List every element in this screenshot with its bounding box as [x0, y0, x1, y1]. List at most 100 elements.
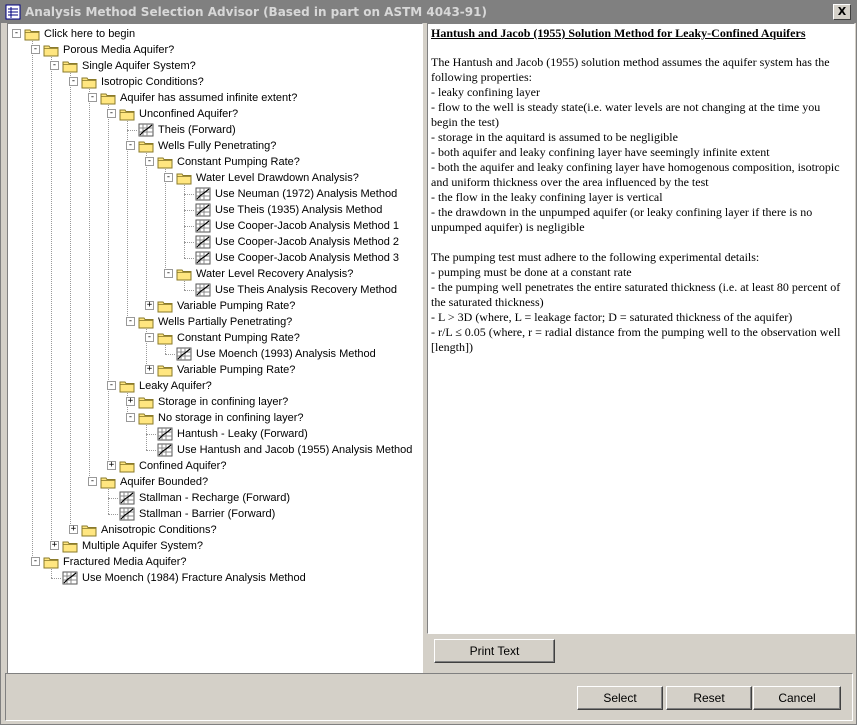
- folder-icon: [81, 75, 97, 89]
- tree-node-label: Use Theis (1935) Analysis Method: [215, 204, 383, 216]
- collapse-icon[interactable]: -: [145, 157, 154, 166]
- tree-connector: [127, 121, 128, 130]
- collapse-icon[interactable]: -: [31, 45, 40, 54]
- tree-node-label: Use Moench (1993) Analysis Method: [196, 348, 376, 360]
- tree-node-label: Use Cooper-Jacob Analysis Method 2: [215, 236, 400, 248]
- collapse-icon[interactable]: -: [12, 29, 21, 38]
- collapse-icon[interactable]: -: [50, 61, 59, 70]
- collapse-icon[interactable]: -: [164, 173, 173, 182]
- tree-connector: [108, 105, 109, 386]
- collapse-icon[interactable]: -: [88, 93, 97, 102]
- folder-icon: [176, 267, 192, 281]
- tree-node-label: Constant Pumping Rate?: [177, 156, 300, 168]
- tree-connector: [146, 153, 147, 306]
- analysis-method-icon: [119, 491, 135, 505]
- analysis-method-icon: [195, 235, 211, 249]
- tree-node-label: Variable Pumping Rate?: [177, 300, 296, 312]
- folder-icon: [119, 107, 135, 121]
- tree-node-label: Theis (Forward): [158, 124, 236, 136]
- tree-node-label: Use Moench (1984) Fracture Analysis Meth…: [82, 572, 306, 584]
- tree-node-label: Water Level Drawdown Analysis?: [196, 172, 359, 184]
- folder-icon: [81, 523, 97, 537]
- tree-node-label: Porous Media Aquifer?: [63, 44, 175, 56]
- expand-icon[interactable]: +: [107, 461, 116, 470]
- tree-node-label: Variable Pumping Rate?: [177, 364, 296, 376]
- analysis-method-icon: [119, 507, 135, 521]
- folder-icon: [157, 331, 173, 345]
- folder-icon: [176, 171, 192, 185]
- title-bar[interactable]: Analysis Method Selection Advisor (Based…: [1, 1, 856, 23]
- expand-icon[interactable]: +: [126, 397, 135, 406]
- tree-connector: [146, 434, 156, 435]
- description-line: - L > 3D (where, L = leakage factor; D =…: [431, 310, 793, 324]
- analysis-method-icon: [195, 219, 211, 233]
- tree-connector: [184, 194, 194, 195]
- method-description-pane[interactable]: Hantush and Jacob (1955) Solution Method…: [427, 23, 855, 634]
- tree-node-label: Multiple Aquifer System?: [82, 540, 204, 552]
- tree-node-label: Aquifer has assumed infinite extent?: [120, 92, 298, 104]
- collapse-icon[interactable]: -: [107, 109, 116, 118]
- tree-connector: [184, 258, 194, 259]
- tree-node-label: No storage in confining layer?: [158, 412, 304, 424]
- collapse-icon[interactable]: -: [164, 269, 173, 278]
- tree-node-label: Use Hantush and Jacob (1955) Analysis Me…: [177, 444, 413, 456]
- tree-node-label: Use Cooper-Jacob Analysis Method 1: [215, 220, 400, 232]
- analysis-method-icon: [157, 427, 173, 441]
- tree-connector: [184, 290, 194, 291]
- tree-connector: [184, 226, 194, 227]
- tree-connector: [51, 569, 52, 578]
- description-line: - r/L ≤ 0.05 (where, r = radial distance…: [431, 325, 841, 354]
- select-button[interactable]: Select: [577, 686, 663, 710]
- print-text-button[interactable]: Print Text: [434, 639, 555, 663]
- expand-icon[interactable]: +: [69, 525, 78, 534]
- advisor-window: Analysis Method Selection Advisor (Based…: [0, 0, 857, 725]
- tree-connector: [165, 345, 166, 354]
- tree-node-label: Click here to begin: [44, 28, 136, 40]
- collapse-icon[interactable]: -: [107, 381, 116, 390]
- collapse-icon[interactable]: -: [69, 77, 78, 86]
- tree-node-label: Aquifer Bounded?: [120, 476, 209, 488]
- folder-icon: [62, 59, 78, 73]
- tree-node-label: Constant Pumping Rate?: [177, 332, 300, 344]
- tree-connector: [184, 210, 194, 211]
- analysis-method-icon: [195, 187, 211, 201]
- folder-icon: [157, 155, 173, 169]
- cancel-button[interactable]: Cancel: [753, 686, 841, 710]
- tree-node-label: Single Aquifer System?: [82, 60, 196, 72]
- close-icon: X: [837, 5, 847, 18]
- description-line: - both aquifer and leaky confining layer…: [431, 145, 770, 159]
- tree-node-label: Use Cooper-Jacob Analysis Method 3: [215, 252, 400, 264]
- description-heading: Hantush and Jacob (1955) Solution Method…: [431, 26, 806, 40]
- folder-icon: [138, 395, 154, 409]
- expand-icon[interactable]: +: [145, 365, 154, 374]
- collapse-icon[interactable]: -: [145, 333, 154, 342]
- expand-icon[interactable]: +: [50, 541, 59, 550]
- tree-connector: [146, 450, 156, 451]
- tree-node-label: Wells Partially Penetrating?: [158, 316, 293, 328]
- tree-connector: [165, 354, 175, 355]
- collapse-icon[interactable]: -: [126, 317, 135, 326]
- decision-tree[interactable]: - Click here to begin - Porous Media Aquife…: [7, 23, 423, 674]
- tree-connector: [165, 169, 166, 274]
- collapse-icon[interactable]: -: [31, 557, 40, 566]
- tree-node-label: Stallman - Recharge (Forward): [139, 492, 290, 504]
- description-line: - the drawdown in the unpumped aquifer (…: [431, 205, 813, 234]
- folder-icon: [138, 315, 154, 329]
- tree-node-label: Use Neuman (1972) Analysis Method: [215, 188, 398, 200]
- collapse-icon[interactable]: -: [126, 413, 135, 422]
- folder-icon: [100, 91, 116, 105]
- folder-icon: [157, 363, 173, 377]
- close-button[interactable]: X: [833, 4, 851, 20]
- description-line: - the pumping well penetrates the entire…: [431, 280, 841, 309]
- collapse-icon[interactable]: -: [126, 141, 135, 150]
- tree-connector: [184, 185, 185, 194]
- tree-node-label: Isotropic Conditions?: [101, 76, 204, 88]
- tree-node-label: Wells Fully Penetrating?: [158, 140, 277, 152]
- tree-connector: [184, 242, 194, 243]
- analysis-method-icon: [62, 571, 78, 585]
- collapse-icon[interactable]: -: [88, 477, 97, 486]
- tree-node-label: Anisotropic Conditions?: [101, 524, 217, 536]
- expand-icon[interactable]: +: [145, 301, 154, 310]
- reset-button[interactable]: Reset: [666, 686, 752, 710]
- folder-icon: [119, 459, 135, 473]
